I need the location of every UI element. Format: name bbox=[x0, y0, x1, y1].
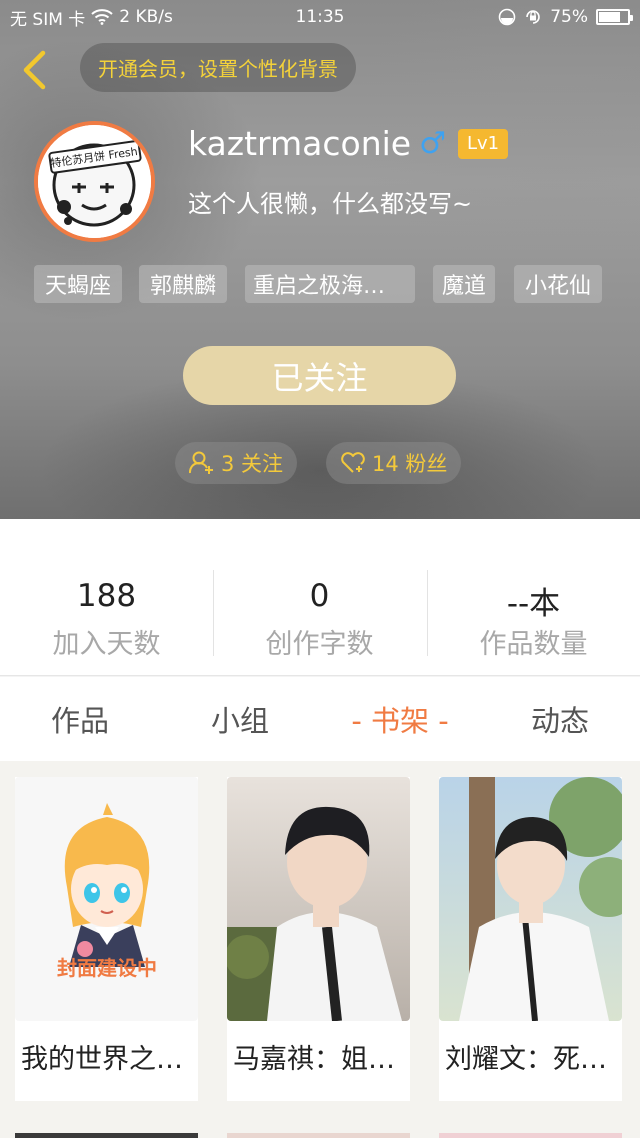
do-not-disturb-icon bbox=[498, 8, 516, 26]
male-icon: ♂ bbox=[419, 126, 446, 161]
svg-text:封面建设中: 封面建设中 bbox=[57, 956, 157, 980]
status-bar: 无 SIM 卡 2 KB/s 11:35 75% bbox=[0, 0, 640, 34]
tag-item[interactable]: 小花仙 bbox=[514, 265, 602, 303]
book-card[interactable]: 封面建设中 我的世界之… bbox=[15, 777, 198, 1101]
stat-label: 创作字数 bbox=[265, 629, 374, 660]
stat-works-count: --本 作品数量 bbox=[427, 519, 640, 676]
fans-button[interactable]: 14 粉丝 bbox=[326, 442, 462, 484]
back-button[interactable] bbox=[14, 48, 54, 92]
book-title: 马嘉祺：姐… bbox=[233, 1044, 395, 1075]
following-count: 3 关注 bbox=[221, 452, 284, 476]
chevron-left-icon bbox=[23, 50, 46, 90]
following-button[interactable]: 3 关注 bbox=[175, 442, 298, 484]
stat-join-days: 188 加入天数 bbox=[0, 519, 213, 676]
avatar[interactable]: 特伦苏月饼 Fresh bbox=[34, 121, 155, 242]
heart-plus-icon bbox=[341, 452, 365, 473]
profile-header: 无 SIM 卡 2 KB/s 11:35 75% 开通会员，设置个性化背景 特伦… bbox=[0, 0, 640, 519]
network-speed: 2 KB/s bbox=[119, 7, 173, 27]
stat-label: 加入天数 bbox=[52, 629, 161, 660]
battery-percent: 75% bbox=[550, 7, 588, 27]
anime-girl-illustration: 封面建设中 bbox=[57, 803, 157, 980]
carrier-label: 无 SIM 卡 bbox=[10, 9, 86, 30]
cover-photo bbox=[227, 777, 410, 1021]
tag-item[interactable]: 郭麒麟 bbox=[139, 265, 227, 303]
bio: 这个人很懒，什么都没写~ bbox=[188, 190, 473, 218]
book-card[interactable]: 刘耀文：死… bbox=[439, 777, 622, 1101]
user-add-icon bbox=[189, 451, 213, 474]
level-badge: Lv1 bbox=[458, 128, 509, 159]
stat-value: 188 bbox=[76, 578, 137, 614]
wifi-icon bbox=[91, 9, 113, 25]
book-cover bbox=[439, 777, 622, 1021]
username-row: kaztrmaconie ♂ Lv1 bbox=[188, 124, 509, 163]
book-card-peek bbox=[227, 1133, 410, 1138]
tag-item[interactable]: 重启之极海… bbox=[245, 265, 415, 303]
cover-photo bbox=[439, 777, 622, 1021]
fans-count: 14 粉丝 bbox=[372, 452, 448, 476]
book-card-peek bbox=[15, 1133, 198, 1138]
tag-item[interactable]: 魔道 bbox=[433, 265, 495, 303]
tab-bookshelf[interactable]: - 书架 - bbox=[320, 677, 480, 761]
book-title: 我的世界之… bbox=[21, 1044, 183, 1075]
book-title: 刘耀文：死… bbox=[445, 1044, 607, 1075]
stat-divider bbox=[213, 570, 214, 656]
follow-button[interactable]: 已关注 bbox=[183, 346, 456, 405]
stat-value: --本 bbox=[506, 586, 561, 622]
avatar-image: 特伦苏月饼 Fresh bbox=[38, 125, 151, 238]
vip-banner[interactable]: 开通会员，设置个性化背景 bbox=[80, 43, 356, 92]
tab-groups[interactable]: 小组 bbox=[170, 677, 310, 761]
battery-icon bbox=[596, 9, 633, 25]
rotation-lock-icon bbox=[524, 8, 542, 26]
username: kaztrmaconie bbox=[188, 124, 412, 163]
stat-value: 0 bbox=[309, 578, 330, 614]
book-card-peek bbox=[439, 1133, 622, 1138]
book-cover: 封面建设中 bbox=[15, 777, 198, 1021]
tag-item[interactable]: 天蝎座 bbox=[34, 265, 122, 303]
profile-tabs: 作品 小组 - 书架 - 动态 bbox=[0, 677, 640, 761]
stats-row: 188 加入天数 0 创作字数 --本 作品数量 bbox=[0, 519, 640, 676]
tab-works[interactable]: 作品 bbox=[10, 677, 150, 761]
stat-word-count: 0 创作字数 bbox=[213, 519, 426, 676]
book-cover bbox=[227, 777, 410, 1021]
tab-activity[interactable]: 动态 bbox=[490, 677, 630, 761]
book-card[interactable]: 马嘉祺：姐… bbox=[227, 777, 410, 1101]
stat-label: 作品数量 bbox=[479, 629, 588, 660]
battery-fill bbox=[599, 12, 620, 22]
stat-divider bbox=[427, 570, 428, 656]
bookshelf-grid: 封面建设中 我的世界之… 马嘉祺：姐… 刘耀文：死… bbox=[0, 761, 640, 1138]
